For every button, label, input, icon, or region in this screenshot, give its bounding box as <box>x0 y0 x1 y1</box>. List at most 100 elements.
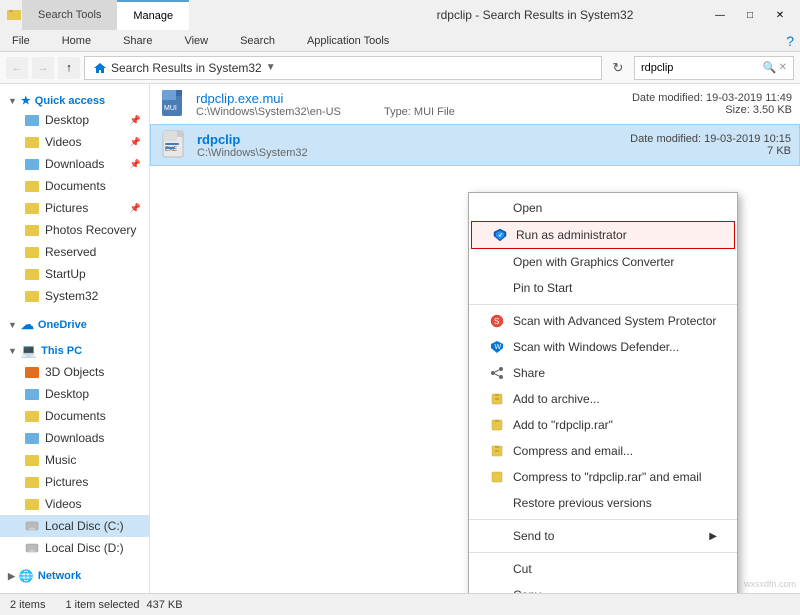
address-bar: ← → ↑ Search Results in System32 ▼ ↻ 🔍 ✕ <box>0 52 800 84</box>
tab-manage[interactable]: Manage <box>117 0 189 30</box>
table-row[interactable]: MUI rdpclip.exe.mui C:\Windows\System32\… <box>150 84 800 124</box>
file-list: MUI rdpclip.exe.mui C:\Windows\System32\… <box>150 84 800 166</box>
ribbon-share[interactable]: Share <box>117 33 158 49</box>
sidebar-item-downloads-pc[interactable]: Downloads <box>0 427 149 449</box>
refresh-button[interactable]: ↻ <box>606 56 630 80</box>
sidebar-item-label: Pictures <box>45 475 88 489</box>
ctx-scan-adv[interactable]: S Scan with Advanced System Protector <box>469 308 737 334</box>
ctx-restore-prev[interactable]: Restore previous versions <box>469 490 737 516</box>
sidebar-item-local-d[interactable]: Local Disc (D:) <box>0 537 149 559</box>
title-bar-controls: — □ ✕ <box>706 5 800 25</box>
sidebar-item-downloads-qa[interactable]: Downloads 📌 <box>0 153 149 175</box>
svg-text:✓: ✓ <box>498 233 503 239</box>
ctx-cut[interactable]: Cut <box>469 556 737 582</box>
videos-qa-icon <box>24 134 40 150</box>
ctx-open-graphics[interactable]: Open with Graphics Converter <box>469 249 737 275</box>
documents-qa-icon <box>24 178 40 194</box>
thispc-header[interactable]: ▼ 💻 This PC <box>0 337 149 361</box>
sidebar-item-documents-pc[interactable]: Documents <box>0 405 149 427</box>
sidebar-item-videos-qa[interactable]: Videos 📌 <box>0 131 149 153</box>
help-icon[interactable]: ? <box>786 33 794 49</box>
main-area: ▼ ★ Quick access Desktop 📌 Videos 📌 Down… <box>0 84 800 593</box>
ribbon-file[interactable]: File <box>6 33 36 49</box>
sidebar-item-photos-recovery[interactable]: Photos Recovery <box>0 219 149 241</box>
ctx-run-as-admin[interactable]: ✓ Run as administrator <box>471 221 735 249</box>
address-path[interactable]: Search Results in System32 ▼ <box>84 56 602 80</box>
file-path: C:\Windows\System32\en-US Type: MUI File <box>196 106 626 118</box>
file-meta: Date modified: 19-03-2019 10:15 7 KB <box>630 133 791 157</box>
sidebar-item-startup[interactable]: StartUp <box>0 263 149 285</box>
sidebar-item-desktop-qa[interactable]: Desktop 📌 <box>0 109 149 131</box>
ctx-defender-icon: W <box>489 339 505 355</box>
sidebar-item-system32[interactable]: System32 <box>0 285 149 307</box>
sidebar-item-videos-pc[interactable]: Videos <box>0 493 149 515</box>
sidebar-item-label: 3D Objects <box>45 365 104 379</box>
window-title: rdpclip - Search Results in System32 <box>364 8 706 22</box>
minimize-button[interactable]: — <box>706 5 734 25</box>
documents-pc-icon <box>24 408 40 424</box>
ctx-send-to[interactable]: Send to ▶ <box>469 523 737 549</box>
ctx-pin-start[interactable]: Pin to Start <box>469 275 737 301</box>
ctx-compress-rar-email[interactable]: Compress to "rdpclip.rar" and email <box>469 464 737 490</box>
ctx-asp-icon: S <box>489 313 505 329</box>
svg-text:W: W <box>495 344 502 351</box>
sidebar-item-pictures-qa[interactable]: Pictures 📌 <box>0 197 149 219</box>
thispc-label: This PC <box>41 345 82 357</box>
sidebar-item-local-c[interactable]: Local Disc (C:) <box>0 515 149 537</box>
sidebar-item-pictures-pc[interactable]: Pictures <box>0 471 149 493</box>
ribbon-home[interactable]: Home <box>56 33 97 49</box>
network-header[interactable]: ▶ 🌐 Network <box>0 563 149 585</box>
ctx-add-archive[interactable]: Add to archive... <box>469 386 737 412</box>
search-input[interactable] <box>641 62 763 74</box>
quick-access-header[interactable]: ▼ ★ Quick access <box>0 88 149 109</box>
network-icon: 🌐 <box>19 569 34 583</box>
videos-pc-icon <box>24 496 40 512</box>
pictures-pc-icon <box>24 474 40 490</box>
desktop-pc-icon <box>24 386 40 402</box>
ctx-copy-icon <box>489 587 505 593</box>
ctx-send-arrow: ▶ <box>709 531 717 542</box>
table-row[interactable]: EXE rdpclip C:\Windows\System32 Date mod… <box>150 124 800 166</box>
ctx-scan-defender[interactable]: W Scan with Windows Defender... <box>469 334 737 360</box>
maximize-button[interactable]: □ <box>736 5 764 25</box>
file-name: rdpclip.exe.mui <box>196 91 626 106</box>
sidebar-item-documents-qa[interactable]: Documents <box>0 175 149 197</box>
sidebar-item-label: Downloads <box>45 157 104 171</box>
ribbon-search[interactable]: Search <box>234 33 281 49</box>
ctx-restore-icon <box>489 495 505 511</box>
ctx-copy[interactable]: Copy <box>469 582 737 593</box>
ctx-open[interactable]: Open <box>469 195 737 221</box>
ctx-add-rar[interactable]: Add to "rdpclip.rar" <box>469 412 737 438</box>
ctx-share[interactable]: Share <box>469 360 737 386</box>
sidebar-item-desktop-pc[interactable]: Desktop <box>0 383 149 405</box>
sidebar-item-label: System32 <box>45 289 98 303</box>
status-bar: 2 items 1 item selected 437 KB <box>0 593 800 615</box>
up-button[interactable]: ↑ <box>58 57 80 79</box>
search-clear-icon[interactable]: ✕ <box>779 62 787 73</box>
tab-search-tools[interactable]: Search Tools <box>22 0 117 30</box>
file-meta: Date modified: 19-03-2019 11:49 Size: 3.… <box>632 92 792 116</box>
startup-icon <box>24 266 40 282</box>
ctx-compress-email[interactable]: Compress and email... <box>469 438 737 464</box>
sidebar-item-label: Desktop <box>45 113 89 127</box>
sidebar-item-3d-objects[interactable]: 3D Objects <box>0 361 149 383</box>
context-menu: Open ✓ Run as administrator Open with Gr… <box>468 192 738 593</box>
ribbon-view[interactable]: View <box>178 33 214 49</box>
back-button[interactable]: ← <box>6 57 28 79</box>
ctx-compress-email-icon <box>489 443 505 459</box>
address-text: Search Results in System32 <box>111 61 262 75</box>
close-button[interactable]: ✕ <box>766 5 794 25</box>
sidebar-item-reserved[interactable]: Reserved <box>0 241 149 263</box>
sidebar-item-music[interactable]: Music <box>0 449 149 471</box>
file-info: rdpclip.exe.mui C:\Windows\System32\en-U… <box>196 91 626 118</box>
network-label: Network <box>38 570 81 582</box>
forward-button[interactable]: → <box>32 57 54 79</box>
ctx-open-icon <box>489 200 505 216</box>
status-count: 2 items <box>10 599 45 611</box>
ctx-cut-icon <box>489 561 505 577</box>
onedrive-header[interactable]: ▼ ☁ OneDrive <box>0 311 149 335</box>
ribbon-app-tools[interactable]: Application Tools <box>301 33 395 49</box>
address-dropdown-icon[interactable]: ▼ <box>266 62 276 73</box>
file-icon: EXE <box>159 129 191 161</box>
svg-text:MUI: MUI <box>164 105 177 112</box>
